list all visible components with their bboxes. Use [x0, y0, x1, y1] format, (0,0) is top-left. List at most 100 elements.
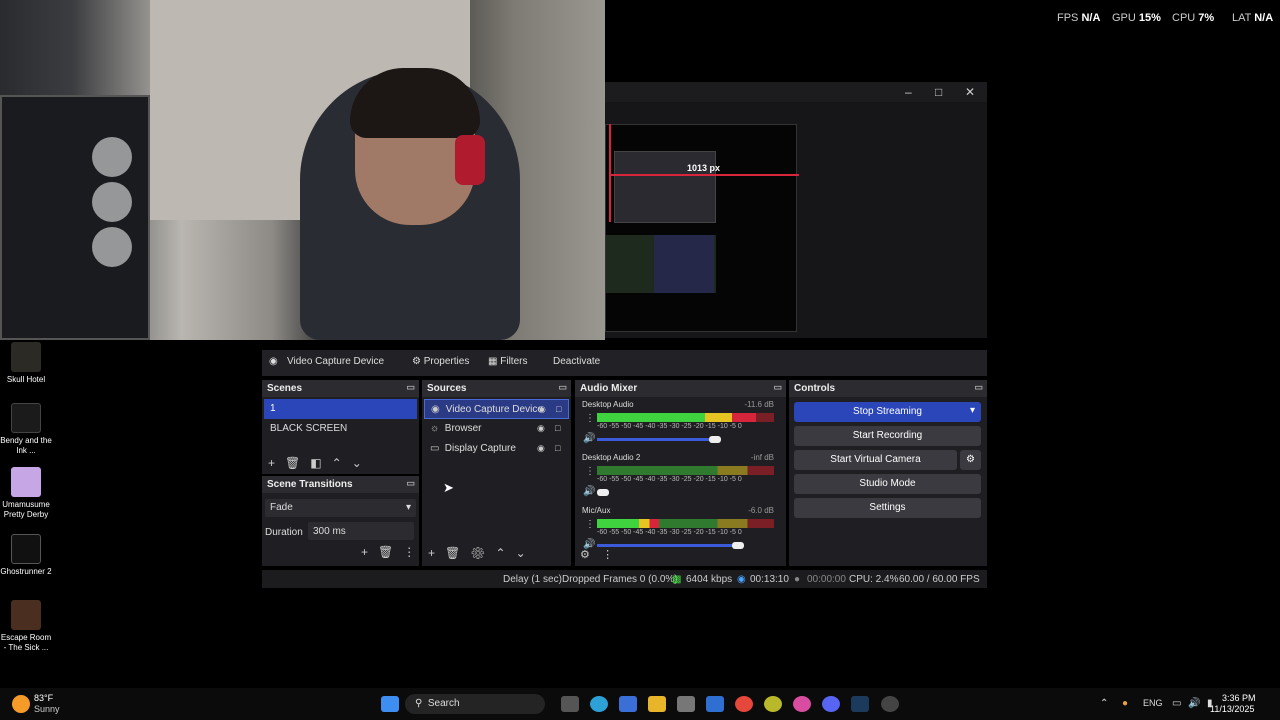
chevron-up-icon[interactable]: ⌃	[1100, 698, 1108, 709]
lock-icon[interactable]: □	[555, 423, 560, 433]
bitrate-status: 6404 kbps	[686, 574, 733, 585]
chevron-down-icon: ▾	[405, 502, 411, 513]
undock-icon[interactable]: ▭	[406, 478, 415, 489]
app-icon[interactable]	[793, 696, 811, 712]
volume-slider-handle[interactable]	[597, 489, 609, 496]
duration-input[interactable]: 300 ms	[308, 522, 414, 540]
source-item[interactable]: ◉ Video Capture Device ◉ □	[424, 399, 569, 419]
file-explorer-icon[interactable]	[648, 696, 666, 712]
remove-transition-icon[interactable]: 🗑	[378, 545, 393, 559]
more-icon[interactable]: ⋮	[585, 466, 595, 477]
settings-button[interactable]: Settings	[794, 498, 981, 518]
scene-item[interactable]: BLACK SCREEN	[264, 419, 417, 439]
undock-icon[interactable]: ▭	[773, 382, 782, 393]
start-recording-button[interactable]: Start Recording	[794, 426, 981, 446]
channel-name: Desktop Audio	[582, 400, 634, 409]
more-icon[interactable]: ⋮	[585, 519, 595, 530]
maximize-icon[interactable]: □	[935, 85, 942, 99]
undock-icon[interactable]: ▭	[406, 382, 415, 393]
taskbar-search[interactable]: ⚲ Search	[405, 694, 545, 714]
properties-button[interactable]: ⚙ Properties	[412, 356, 469, 367]
remove-source-icon[interactable]: 🗑	[445, 546, 460, 560]
filters-button[interactable]: ▦ Filters	[488, 356, 527, 367]
store-icon[interactable]	[619, 696, 637, 712]
volume-slider[interactable]	[597, 438, 709, 441]
volume-icon[interactable]: 🔊	[1188, 698, 1200, 709]
start-virtual-camera-button[interactable]: Start Virtual Camera	[794, 450, 957, 470]
remove-scene-icon[interactable]: 🗑	[285, 456, 300, 470]
obs-icon[interactable]	[881, 696, 899, 712]
transition-select[interactable]: Fade ▾	[265, 499, 416, 517]
gear-icon: ⚙	[966, 454, 975, 465]
move-down-icon[interactable]: ⌄	[516, 546, 526, 560]
volume-slider-handle[interactable]	[732, 542, 744, 549]
visibility-icon[interactable]: ◉	[537, 423, 545, 434]
move-down-icon[interactable]: ⌄	[352, 456, 362, 470]
language-indicator[interactable]: ENG	[1143, 698, 1163, 708]
measure-label: 1013 px	[687, 163, 721, 173]
add-scene-icon[interactable]: +	[268, 456, 275, 470]
edge-icon[interactable]	[590, 696, 608, 712]
cpu-stat: CPU 7%	[1172, 12, 1215, 24]
undock-icon[interactable]: ▭	[558, 382, 567, 393]
app-icon[interactable]	[764, 696, 782, 712]
chrome-icon[interactable]	[735, 696, 753, 712]
volume-slider-handle[interactable]	[708, 436, 721, 443]
chevron-down-icon[interactable]: ▾	[970, 405, 975, 416]
weather-icon[interactable]	[12, 695, 30, 713]
more-icon[interactable]: ⋮	[403, 545, 415, 559]
lock-icon[interactable]: □	[556, 404, 561, 414]
more-icon[interactable]: ⋮	[602, 549, 613, 561]
move-up-icon[interactable]: ⌃	[332, 456, 342, 470]
studio-mode-button[interactable]: Studio Mode	[794, 474, 981, 494]
speaker-icon[interactable]: 🔊	[583, 433, 595, 444]
visibility-icon[interactable]: ◉	[538, 404, 546, 415]
virtual-camera-settings-button[interactable]: ⚙	[960, 450, 981, 470]
delay-status: Delay (1 sec)	[503, 574, 562, 585]
more-icon[interactable]: ⋮	[585, 413, 595, 424]
record-time: 00:00:00	[807, 574, 846, 585]
clock-date[interactable]: 11/13/2025	[1210, 704, 1254, 714]
scene-item[interactable]: 1	[264, 399, 417, 419]
network-icon[interactable]: ▭	[1172, 698, 1181, 709]
minimize-icon[interactable]: –	[905, 85, 912, 99]
speaker-icon[interactable]: 🔊	[583, 486, 595, 497]
webcam-feed	[0, 0, 605, 340]
scenes-dock: Scenes ▭ 1 BLACK SCREEN + 🗑 ◧ ⌃ ⌄	[262, 380, 419, 474]
move-up-icon[interactable]: ⌃	[496, 546, 506, 560]
app-icon[interactable]	[677, 696, 695, 712]
preview-source[interactable]	[605, 124, 797, 332]
visibility-icon[interactable]: ◉	[537, 443, 545, 454]
desktop-icon-umamusume[interactable]: Umamusume Pretty Derby	[0, 467, 52, 520]
discord-icon[interactable]	[822, 696, 840, 712]
desktop-icon-skull-hotel[interactable]: Skull Hotel	[0, 342, 52, 385]
stop-streaming-button[interactable]: Stop Streaming ▾	[794, 402, 981, 422]
obs-preview[interactable]: 1013 px	[605, 102, 987, 338]
gear-icon[interactable]: ⚙	[470, 546, 485, 560]
globe-icon: ☼	[430, 423, 440, 434]
lock-icon[interactable]: □	[555, 443, 560, 453]
deactivate-button[interactable]: Deactivate	[553, 356, 600, 367]
app-icon[interactable]	[706, 696, 724, 712]
clock-time[interactable]: 3:36 PM	[1222, 693, 1256, 703]
desktop-icon-bendy[interactable]: Bendy and the Ink ...	[0, 403, 52, 456]
volume-meter	[597, 519, 774, 528]
desktop-icon-escape-room[interactable]: Escape Room - The Sick ...	[0, 600, 52, 653]
task-view-icon[interactable]	[561, 696, 579, 712]
close-icon[interactable]: ✕	[965, 85, 975, 99]
volume-meter	[597, 413, 774, 422]
add-source-icon[interactable]: +	[428, 546, 435, 560]
add-transition-icon[interactable]: +	[361, 545, 368, 559]
source-item[interactable]: ☼ Browser ◉ □	[424, 419, 569, 439]
latency-stat: LAT N/A	[1232, 12, 1274, 24]
advanced-audio-icon[interactable]: ⚙	[580, 549, 590, 561]
steam-icon[interactable]	[851, 696, 869, 712]
filter-icon[interactable]: ◧	[310, 456, 321, 470]
weather-temp: 83°F	[34, 693, 54, 703]
volume-slider[interactable]	[597, 544, 732, 547]
windows-start-icon[interactable]	[381, 696, 399, 712]
source-item[interactable]: ▭ Display Capture ◉ □	[424, 439, 569, 459]
desktop-icon-ghostrunner[interactable]: Ghostrunner 2	[0, 534, 52, 577]
microphone-icon[interactable]: ●	[1122, 698, 1128, 709]
undock-icon[interactable]: ▭	[974, 382, 983, 393]
